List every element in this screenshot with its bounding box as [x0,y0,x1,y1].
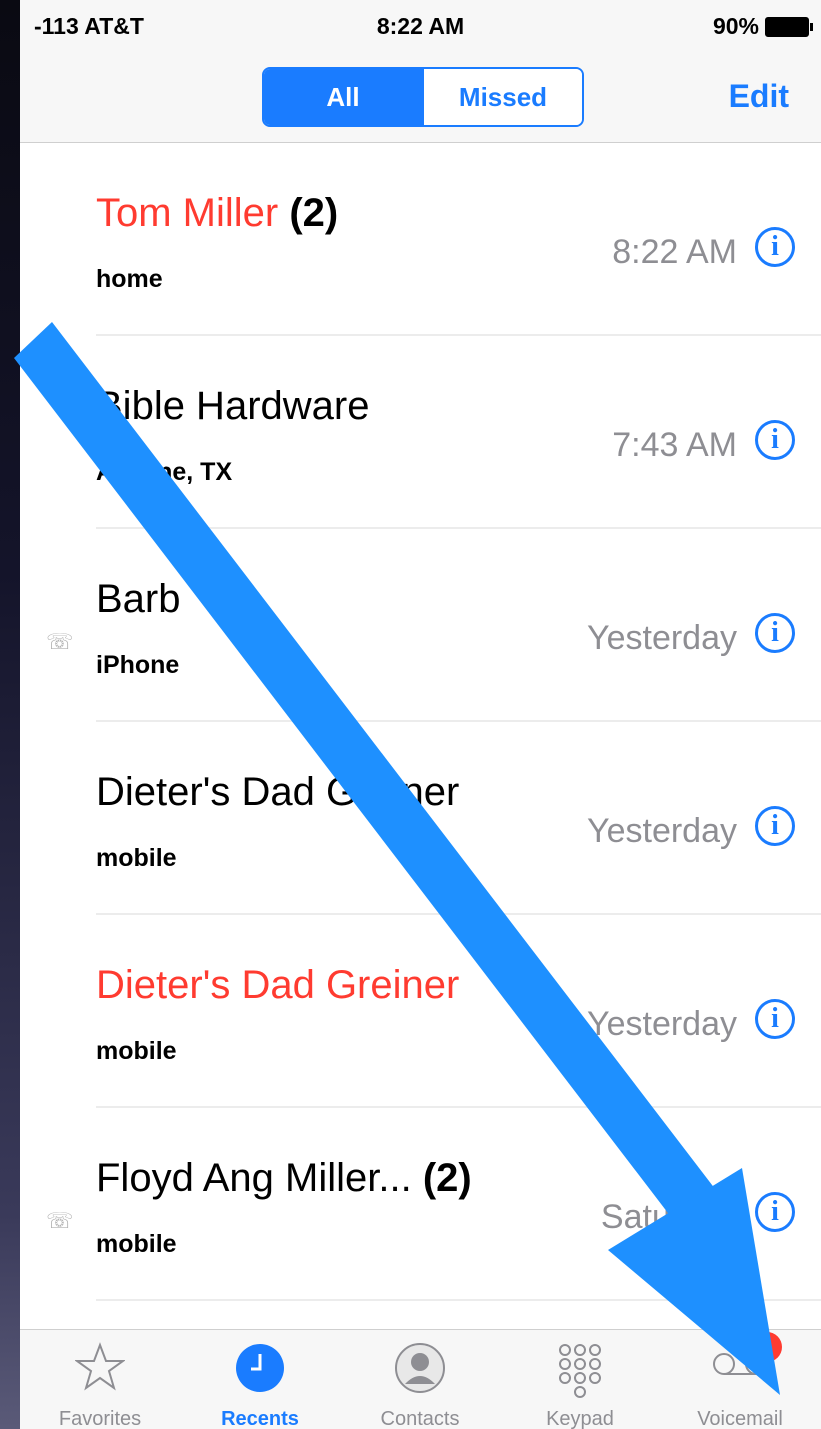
tab-contacts[interactable]: Contacts [340,1330,500,1429]
segment-missed[interactable]: Missed [422,69,582,125]
edit-button[interactable]: Edit [729,78,789,115]
call-time: 8:22 AM [612,233,737,271]
caller-name-text: Barb [96,577,181,621]
voicemail-badge: 1 [752,1332,782,1362]
info-icon[interactable]: i [755,999,795,1039]
tab-keypad[interactable]: Keypad [500,1330,660,1429]
tab-favorites[interactable]: Favorites [20,1330,180,1429]
tab-label: Recents [221,1408,299,1429]
call-row[interactable]: ☏ Barb iPhone Yesterday i [20,529,821,722]
battery-icon [765,16,813,37]
tab-bar: Favorites Recents Contacts Keypad 1 Voicemail [20,1329,821,1429]
call-row[interactable]: Tom Miller (2) home 8:22 AM i [20,143,821,336]
call-subtitle: mobile [96,1037,177,1065]
caller-name: Floyd Ang Miller... (2) [96,1156,472,1201]
call-row[interactable]: Dieter's Dad Greiner mobile Yesterday i [20,722,821,915]
tab-recents[interactable]: Recents [180,1330,340,1429]
info-icon[interactable]: i [755,227,795,267]
call-subtitle: Abilene, TX [96,458,233,486]
tab-label: Keypad [546,1408,614,1429]
tab-label: Contacts [380,1408,460,1429]
status-time: 8:22 AM [376,13,465,39]
recents-list: Tom Miller (2) home 8:22 AM i Bible Hardware… [20,143,821,1301]
tab-label: Voicemail [697,1408,783,1429]
call-count: (2) [289,191,339,235]
info-icon[interactable]: i [755,613,795,653]
info-icon[interactable]: i [755,806,795,846]
call-count: (2) [422,1156,472,1200]
call-row[interactable]: ☏ Floyd Ang Miller... (2) mobile Saturday i [20,1108,821,1301]
info-icon[interactable]: i [755,1192,795,1232]
caller-name: Barb [96,577,181,622]
tab-voicemail[interactable]: 1 Voicemail [660,1330,820,1429]
outgoing-call-icon: ☏ [46,1208,74,1233]
call-subtitle: mobile [96,1230,177,1258]
call-time: Yesterday [587,619,737,657]
call-row[interactable]: Dieter's Dad Greiner mobile Yesterday i [20,915,821,1108]
segment-all[interactable]: All [264,69,422,125]
phone-screen: -113 AT&T 8:22 AM 90% All Missed Edit To… [20,0,821,1429]
call-row[interactable]: Bible Hardware Abilene, TX 7:43 AM i [20,336,821,529]
nav-bar: All Missed Edit [20,52,821,143]
call-time: Yesterday [587,1005,737,1043]
info-icon[interactable]: i [755,420,795,460]
clock-icon [234,1342,286,1399]
row-divider [96,1299,821,1301]
caller-name: Bible Hardware [96,384,369,429]
call-time: Yesterday [587,812,737,850]
keypad-icon [555,1342,605,1407]
battery-percent: 90% [712,13,759,39]
caller-name-text: Floyd Ang Miller... [96,1156,412,1200]
caller-name: Dieter's Dad Greiner [96,963,459,1008]
call-subtitle: iPhone [96,651,180,679]
call-subtitle: home [96,265,163,293]
status-bar: -113 AT&T 8:22 AM 90% [20,0,821,52]
caller-name-text: Dieter's Dad Greiner [96,770,460,814]
segmented-control: All Missed [262,67,584,127]
outgoing-call-icon: ☏ [46,629,74,654]
tab-label: Favorites [58,1408,142,1429]
person-icon [394,1342,446,1399]
caller-name-text: Bible Hardware [96,384,370,428]
call-time: Saturday [600,1198,737,1236]
star-icon [73,1342,127,1397]
caller-name-text: Tom Miller [96,191,279,235]
call-subtitle: mobile [96,844,177,872]
status-right: 90% [712,13,813,40]
call-time: 7:43 AM [612,426,737,464]
caller-name: Dieter's Dad Greiner [96,770,459,815]
caller-name-text: Dieter's Dad Greiner [96,963,460,1007]
caller-name: Tom Miller (2) [96,191,338,236]
